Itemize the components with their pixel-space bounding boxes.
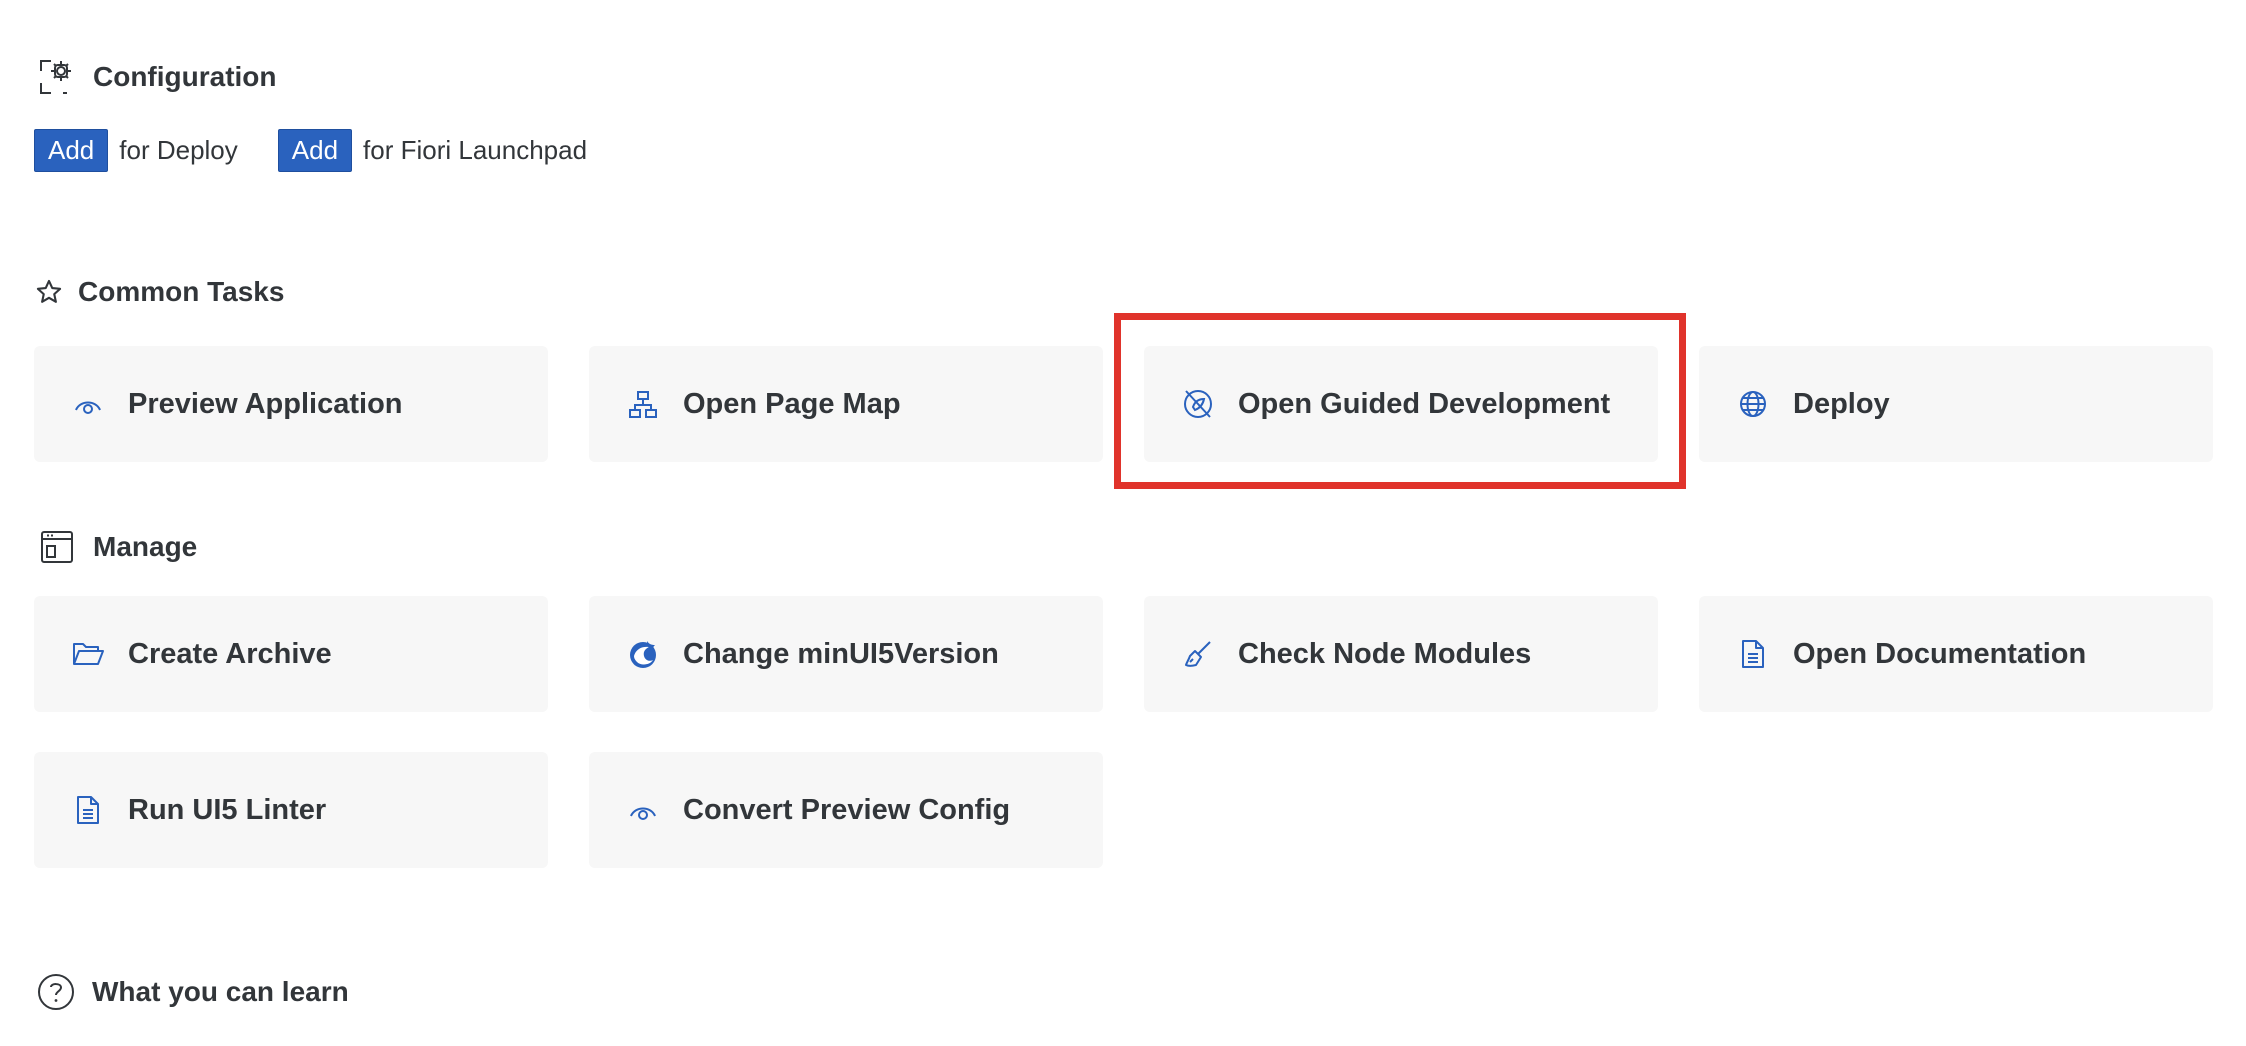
learn-title: What you can learn	[92, 976, 349, 1007]
open-guided-development-tile[interactable]: Open Guided Development	[1144, 346, 1658, 462]
document-text-icon	[70, 792, 106, 828]
add-deploy-label: for Deploy	[119, 135, 238, 165]
sitemap-icon	[625, 386, 661, 422]
open-documentation-tile[interactable]: Open Documentation	[1699, 596, 2213, 712]
check-node-modules-tile[interactable]: Check Node Modules	[1144, 596, 1658, 712]
broom-icon	[1180, 636, 1216, 672]
preview-application-label: Preview Application	[128, 387, 403, 420]
ui5-logo-icon	[625, 636, 661, 672]
guided-development-icon	[1180, 386, 1216, 422]
learn-header: What you can learn	[36, 972, 349, 1012]
add-fiori-launchpad-label: for Fiori Launchpad	[363, 135, 588, 165]
open-page-map-tile[interactable]: Open Page Map	[589, 346, 1103, 462]
change-minui5version-tile[interactable]: Change minUI5Version	[589, 596, 1103, 712]
open-page-map-label: Open Page Map	[683, 387, 901, 420]
create-archive-label: Create Archive	[128, 637, 332, 670]
run-ui5-linter-label: Run UI5 Linter	[128, 793, 327, 826]
common-tasks-title: Common Tasks	[78, 276, 285, 307]
configuration-title: Configuration	[93, 61, 277, 92]
open-folder-icon	[70, 636, 106, 672]
add-fiori-launchpad-button[interactable]: Add	[277, 129, 353, 172]
eye-preview-icon	[70, 386, 106, 422]
application-info-page: Configuration Add for Deploy Add for Fio…	[0, 0, 2246, 1046]
question-circle-icon	[36, 972, 76, 1012]
create-archive-tile[interactable]: Create Archive	[34, 596, 548, 712]
preview-application-tile[interactable]: Preview Application	[34, 346, 548, 462]
common-tasks-header: Common Tasks	[34, 276, 284, 308]
convert-preview-config-tile[interactable]: Convert Preview Config	[589, 752, 1103, 868]
open-guided-development-label: Open Guided Development	[1238, 387, 1611, 420]
manage-header: Manage	[37, 527, 197, 567]
convert-preview-config-label: Convert Preview Config	[683, 793, 1011, 826]
configuration-actions: Add for Deploy Add for Fiori Launchpad	[34, 129, 587, 172]
open-documentation-label: Open Documentation	[1793, 637, 2087, 670]
change-minui5version-label: Change minUI5Version	[683, 637, 999, 670]
window-icon	[37, 527, 77, 567]
manage-title: Manage	[93, 531, 198, 562]
document-icon	[1735, 636, 1771, 672]
add-deploy-button[interactable]: Add	[34, 129, 109, 172]
check-node-modules-label: Check Node Modules	[1238, 637, 1532, 670]
globe-icon	[1735, 386, 1771, 422]
settings-gear-icon	[37, 57, 77, 97]
star-icon	[34, 277, 64, 307]
configuration-header: Configuration	[37, 57, 277, 97]
deploy-tile[interactable]: Deploy	[1699, 346, 2213, 462]
eye-preview-icon	[625, 792, 661, 828]
run-ui5-linter-tile[interactable]: Run UI5 Linter	[34, 752, 548, 868]
deploy-label: Deploy	[1793, 387, 1890, 420]
